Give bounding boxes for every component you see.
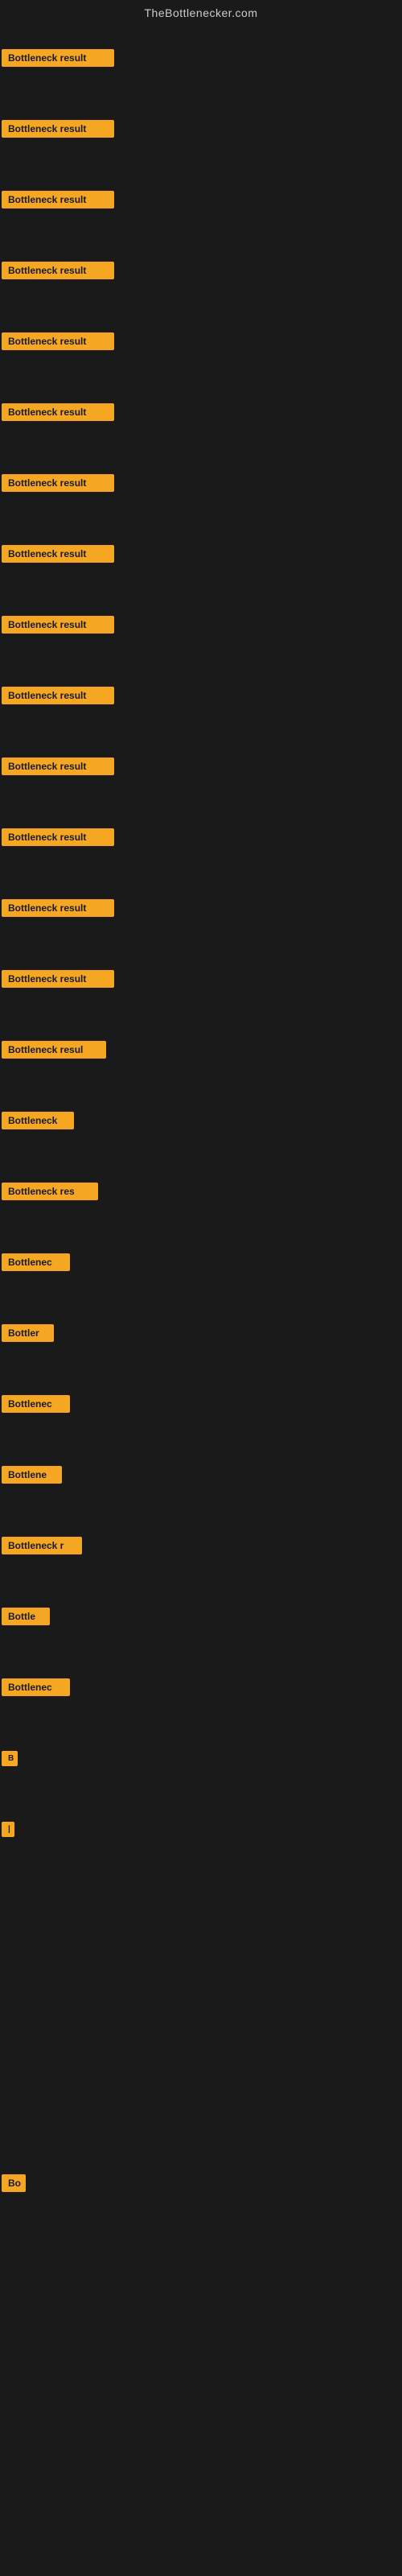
bottleneck-item-20: Bottlenec (0, 1368, 402, 1439)
bottleneck-item-22: Bottleneck r (0, 1510, 402, 1581)
bottleneck-badge-16: Bottleneck (2, 1112, 74, 1129)
bottleneck-badge-2: Bottleneck result (2, 120, 114, 138)
bottleneck-item-6: Bottleneck result (0, 377, 402, 448)
bottleneck-item-2: Bottleneck result (0, 93, 402, 164)
bottleneck-badge-17: Bottleneck res (2, 1183, 98, 1200)
bottleneck-badge-1: Bottleneck result (2, 49, 114, 67)
final-bottleneck-item: Bo (0, 2148, 402, 2219)
bottleneck-badge-21: Bottlene (2, 1466, 62, 1484)
bottleneck-item-24: Bottlenec (0, 1652, 402, 1723)
empty-row-1 (0, 1935, 402, 2006)
bottleneck-badge-23: Bottle (2, 1608, 50, 1625)
bottleneck-badge-11: Bottleneck result (2, 758, 114, 775)
bottleneck-item-4: Bottleneck result (0, 235, 402, 306)
bottleneck-item-17: Bottleneck res (0, 1156, 402, 1227)
bottleneck-badge-20: Bottlenec (2, 1395, 70, 1413)
bottleneck-badge-13: Bottleneck result (2, 899, 114, 917)
bottleneck-badge-15: Bottleneck resul (2, 1041, 106, 1059)
bottleneck-item-1: Bottleneck result (0, 23, 402, 93)
bottleneck-badge-14: Bottleneck result (2, 970, 114, 988)
bottleneck-badge-26: | (2, 1822, 14, 1837)
bottleneck-badge-4: Bottleneck result (2, 262, 114, 279)
final-empty-row-1 (0, 2289, 402, 2360)
bottleneck-item-8: Bottleneck result (0, 518, 402, 589)
final-empty-row-2 (0, 2360, 402, 2431)
bottleneck-badge-5: Bottleneck result (2, 332, 114, 350)
bottleneck-list: Bottleneck result Bottleneck result Bottle… (0, 23, 402, 2502)
final-bottleneck-badge: Bo (2, 2174, 26, 2192)
bottleneck-item-19: Bottler (0, 1298, 402, 1368)
bottleneck-badge-25: B (2, 1751, 18, 1766)
bottleneck-badge-18: Bottlenec (2, 1253, 70, 1271)
bottleneck-badge-22: Bottleneck r (2, 1537, 82, 1554)
bottleneck-badge-10: Bottleneck result (2, 687, 114, 704)
bottleneck-item-12: Bottleneck result (0, 802, 402, 873)
empty-row-2 (0, 2006, 402, 2077)
bottleneck-badge-3: Bottleneck result (2, 191, 114, 208)
bottleneck-badge-19: Bottler (2, 1324, 54, 1342)
bottleneck-item-13: Bottleneck result (0, 873, 402, 943)
page-wrapper: TheBottlenecker.com Bottleneck resultBot… (0, 0, 402, 2502)
empty-row-0 (0, 1864, 402, 1935)
site-title: TheBottlenecker.com (0, 0, 402, 23)
empty-row-3 (0, 2077, 402, 2148)
site-header: TheBottlenecker.com (0, 0, 402, 23)
bottleneck-item-14: Bottleneck result (0, 943, 402, 1014)
bottleneck-badge-6: Bottleneck result (2, 403, 114, 421)
bottleneck-item-26: | (0, 1794, 402, 1864)
bottleneck-item-15: Bottleneck resul (0, 1014, 402, 1085)
bottleneck-item-16: Bottleneck (0, 1085, 402, 1156)
bottleneck-item-23: Bottle (0, 1581, 402, 1652)
bottleneck-item-25: B (0, 1723, 402, 1794)
bottleneck-badge-7: Bottleneck result (2, 474, 114, 492)
final-empty-row-3 (0, 2431, 402, 2502)
bottleneck-badge-12: Bottleneck result (2, 828, 114, 846)
bottleneck-item-5: Bottleneck result (0, 306, 402, 377)
bottleneck-badge-9: Bottleneck result (2, 616, 114, 634)
bottleneck-item-21: Bottlene (0, 1439, 402, 1510)
final-empty-row-0 (0, 2219, 402, 2289)
bottleneck-item-7: Bottleneck result (0, 448, 402, 518)
bottleneck-item-10: Bottleneck result (0, 660, 402, 731)
bottleneck-badge-24: Bottlenec (2, 1678, 70, 1696)
bottleneck-item-3: Bottleneck result (0, 164, 402, 235)
bottleneck-badge-8: Bottleneck result (2, 545, 114, 563)
bottleneck-item-11: Bottleneck result (0, 731, 402, 802)
bottleneck-item-9: Bottleneck result (0, 589, 402, 660)
bottleneck-item-18: Bottlenec (0, 1227, 402, 1298)
